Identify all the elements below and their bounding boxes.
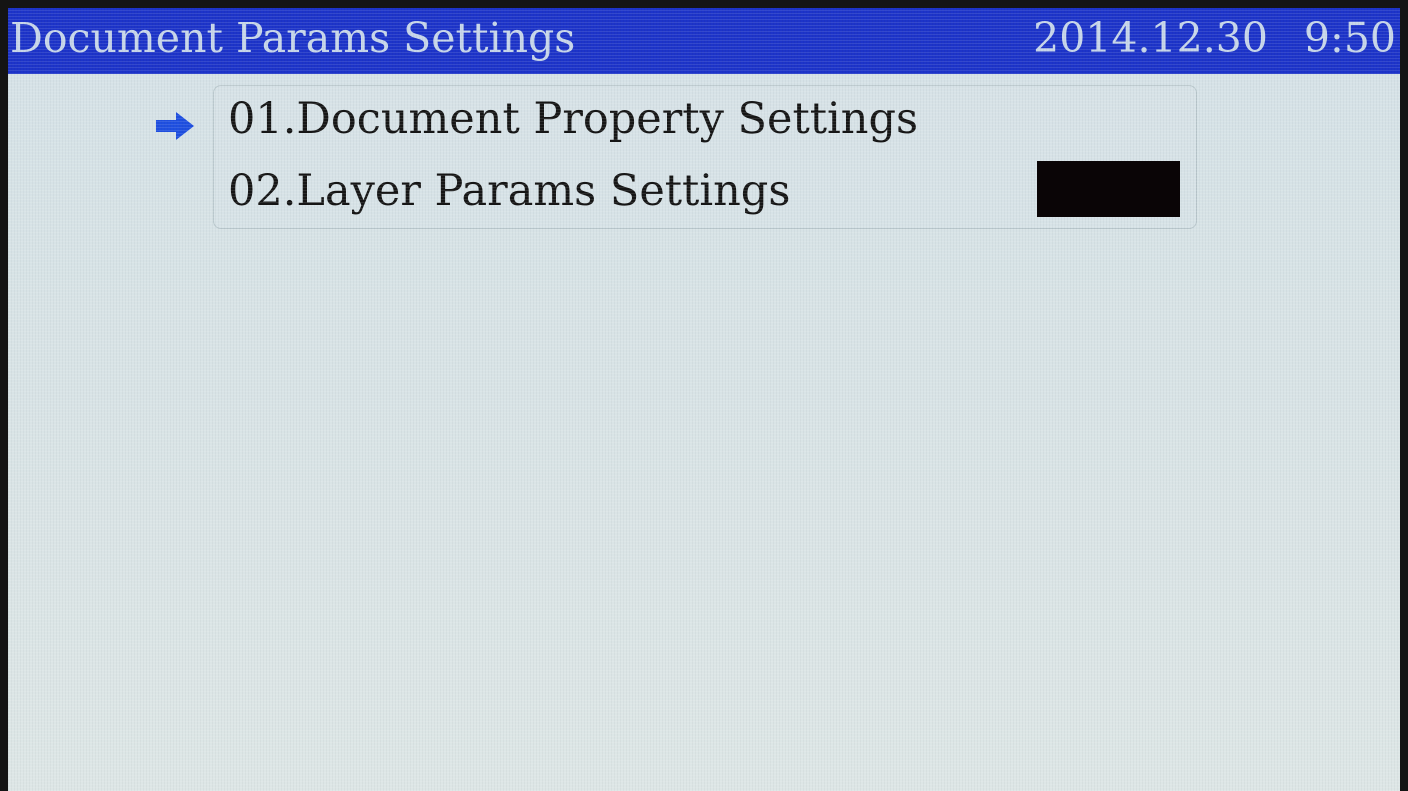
menu-item-layer-params-settings[interactable]: 02.Layer Params Settings — [228, 166, 790, 216]
display-block-artifact — [1037, 161, 1180, 217]
title-bar: Document Params Settings 2014.12.30 9:50 — [8, 8, 1400, 74]
menu-item-document-property-settings[interactable]: 01.Document Property Settings — [228, 94, 918, 144]
right-arrow-icon — [156, 112, 194, 140]
page-title: Document Params Settings — [10, 14, 576, 62]
datetime-display: 2014.12.30 9:50 — [1033, 14, 1396, 62]
time-label: 9:50 — [1303, 14, 1396, 62]
lcd-screen: Document Params Settings 2014.12.30 9:50 … — [8, 8, 1400, 791]
date-label: 2014.12.30 — [1033, 14, 1268, 62]
